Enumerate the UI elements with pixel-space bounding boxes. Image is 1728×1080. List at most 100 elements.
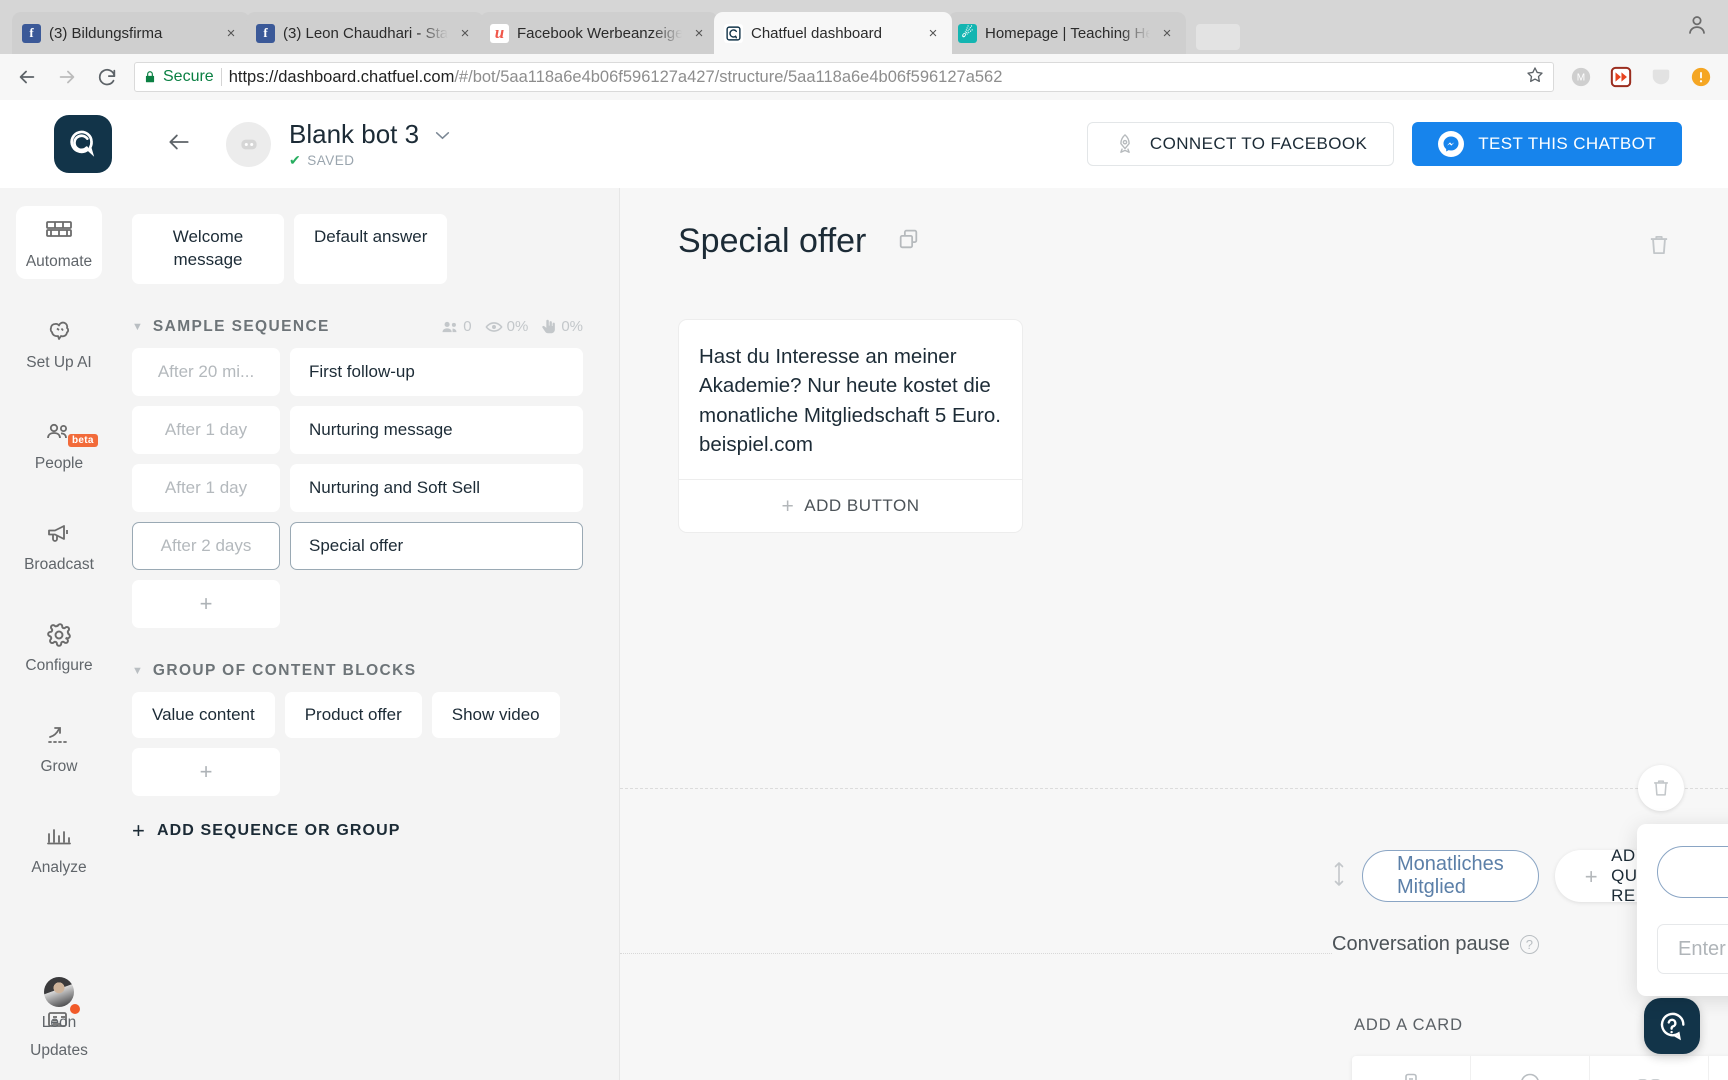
sidebar-item-people[interactable]: beta People <box>16 408 102 481</box>
stat-clicked: 0% <box>541 318 583 335</box>
add-content-block-button[interactable]: + <box>132 747 280 796</box>
chevron-down-icon[interactable]: ▼ <box>132 321 143 333</box>
add-button-action[interactable]: + ADD BUTTON <box>679 479 1022 532</box>
browser-tab-title: Chatfuel dashboard <box>751 24 882 42</box>
typing-card-icon <box>1521 1073 1539 1080</box>
bar-chart-icon <box>45 822 73 852</box>
bot-avatar <box>226 121 271 167</box>
add-card-text[interactable]: Text <box>1352 1056 1471 1080</box>
page-title: Blank bot 3 <box>289 119 420 149</box>
sidebar-item-automate[interactable]: Automate <box>16 206 102 279</box>
sequence-block-name[interactable]: Nurturing and Soft Sell <box>290 463 583 512</box>
help-chat-icon[interactable] <box>1644 998 1700 1054</box>
sequence-delay[interactable]: After 20 mi... <box>132 347 280 396</box>
help-circle-icon[interactable]: ? <box>1519 935 1539 954</box>
warning-icon[interactable] <box>1688 64 1714 90</box>
pocket-icon[interactable] <box>1648 64 1674 90</box>
close-icon[interactable]: × <box>924 25 942 42</box>
sequence-row[interactable]: After 20 mi... First follow-up <box>132 347 583 396</box>
sidebar-user[interactable]: Leon <box>0 977 118 1032</box>
content-block[interactable]: Product offer <box>284 691 422 738</box>
close-icon[interactable]: × <box>1158 25 1176 42</box>
connect-to-facebook-button[interactable]: CONNECT TO FACEBOOK <box>1086 122 1395 166</box>
sequence-row[interactable]: After 1 day Nurturing and Soft Sell <box>132 463 583 512</box>
content-block[interactable]: Value content <box>132 691 275 738</box>
sidebar-label: Broadcast <box>24 556 94 573</box>
card-divider <box>620 788 1728 789</box>
sidebar-item-grow[interactable]: Grow <box>16 711 102 784</box>
app-body: Automate Set Up AI beta People Broadcast… <box>0 188 1728 1080</box>
sequence-block-name[interactable]: First follow-up <box>290 347 583 396</box>
delete-card-icon[interactable] <box>1638 765 1684 811</box>
add-sequence-or-group-button[interactable]: + ADD SEQUENCE OR GROUP <box>132 819 583 841</box>
sidebar-label: Set Up AI <box>26 354 92 371</box>
sidebar-item-broadcast[interactable]: Broadcast <box>16 509 102 582</box>
browser-tab-2[interactable]: f (3) Leon Chaudhari - Startseite × <box>246 12 484 54</box>
browser-tab-4-active[interactable]: Chatfuel dashboard × <box>714 12 952 54</box>
add-card-image[interactable]: Image <box>1709 1056 1728 1080</box>
sequence-delay[interactable]: After 2 days <box>132 521 280 570</box>
sidebar-label: Updates <box>30 1042 88 1059</box>
bookmark-star-icon[interactable] <box>1525 65 1545 90</box>
delete-block-icon[interactable] <box>1646 232 1672 263</box>
close-icon[interactable]: × <box>456 25 474 42</box>
chatfuel-logo[interactable] <box>54 115 112 173</box>
button-name-input[interactable]: Enter button name 20 <box>1657 846 1728 898</box>
add-a-card-label: ADD A CARD <box>1354 1016 1463 1034</box>
sequence-stats: 0 0% 0% <box>442 318 583 335</box>
sidebar-item-set-up-ai[interactable]: Set Up AI <box>16 307 102 380</box>
browser-tab-3[interactable]: u Facebook Werbeanzeigen Mei × <box>480 12 718 54</box>
new-tab-button[interactable] <box>1196 24 1240 50</box>
browser-tab-5[interactable]: ☄ Homepage | Teaching Hero Co × <box>948 12 1186 54</box>
sequence-row-selected[interactable]: After 2 days Special offer <box>132 521 583 570</box>
sidebar-item-analyze[interactable]: Analyze <box>16 812 102 885</box>
sequence-block-name[interactable]: Special offer <box>290 521 583 570</box>
stat-people: 0 <box>442 318 472 335</box>
fastforward-icon[interactable] <box>1608 64 1634 90</box>
group-of-content-blocks-header[interactable]: ▼ GROUP OF CONTENT BLOCKS <box>132 662 583 680</box>
tab-strip: f (3) Bildungsfirma × f (3) Leon Chaudha… <box>0 0 1728 54</box>
message-text[interactable]: Hast du Interesse an meiner Akademie? Nu… <box>679 320 1022 479</box>
default-answer-block[interactable]: Default answer <box>294 214 448 284</box>
block-title[interactable]: Special offer <box>678 222 866 261</box>
chevron-down-icon[interactable]: ▼ <box>132 665 143 677</box>
text-message-card[interactable]: Hast du Interesse an meiner Akademie? Nu… <box>678 319 1023 534</box>
chevron-down-icon[interactable] <box>435 127 450 143</box>
mega-icon[interactable]: M <box>1568 64 1594 90</box>
quick-reply-chip[interactable]: Monatliches Mitglied <box>1362 850 1539 902</box>
close-icon[interactable]: × <box>690 25 708 42</box>
megaphone-icon <box>45 519 73 549</box>
browser-tab-1[interactable]: f (3) Bildungsfirma × <box>12 12 250 54</box>
browser-tab-title: Homepage | Teaching Hero Co <box>985 24 1150 42</box>
reload-icon[interactable] <box>94 64 120 90</box>
block-name-input[interactable]: Enter block name <box>1657 924 1728 974</box>
sample-sequence-header[interactable]: ▼ SAMPLE SEQUENCE 0 0% 0% <box>132 318 583 336</box>
app-header: Blank bot 3 ✔ SAVED CONNECT TO FACEBOOK … <box>0 100 1728 188</box>
avatar <box>44 977 74 1007</box>
add-card-quick-reply[interactable]: Quick Reply <box>1590 1056 1709 1080</box>
header-actions: CONNECT TO FACEBOOK TEST THIS CHATBOT <box>1086 122 1704 166</box>
back-icon[interactable] <box>14 64 40 90</box>
welcome-message-block[interactable]: Welcome message <box>132 214 284 284</box>
sequence-row[interactable]: After 1 day Nurturing message <box>132 405 583 454</box>
sequence-delay[interactable]: After 1 day <box>132 405 280 454</box>
secure-badge: Secure <box>143 68 214 86</box>
text-card-icon <box>1405 1073 1417 1080</box>
add-sequence-step-button[interactable]: + <box>132 579 280 628</box>
duplicate-icon[interactable] <box>896 227 921 257</box>
address-bar[interactable]: Secure https://dashboard.chatfuel.com/#/… <box>134 62 1554 92</box>
sequence-block-name[interactable]: Nurturing message <box>290 405 583 454</box>
back-to-bots-icon[interactable] <box>166 129 192 160</box>
sequence-delay[interactable]: After 1 day <box>132 463 280 512</box>
content-block[interactable]: Show video <box>431 691 560 738</box>
status-badge: ✔ SAVED <box>289 152 450 169</box>
profile-icon[interactable] <box>1684 12 1710 38</box>
drag-handle-icon[interactable] <box>1332 859 1346 894</box>
gear-icon <box>46 620 72 650</box>
browser-tab-title: Facebook Werbeanzeigen Mei <box>517 24 682 42</box>
add-card-typing[interactable]: Typing <box>1471 1056 1590 1080</box>
close-icon[interactable]: × <box>222 25 240 42</box>
test-chatbot-button[interactable]: TEST THIS CHATBOT <box>1412 122 1682 166</box>
conversation-pause-label: Conversation pause <box>1332 933 1510 955</box>
sidebar-item-configure[interactable]: Configure <box>16 610 102 683</box>
